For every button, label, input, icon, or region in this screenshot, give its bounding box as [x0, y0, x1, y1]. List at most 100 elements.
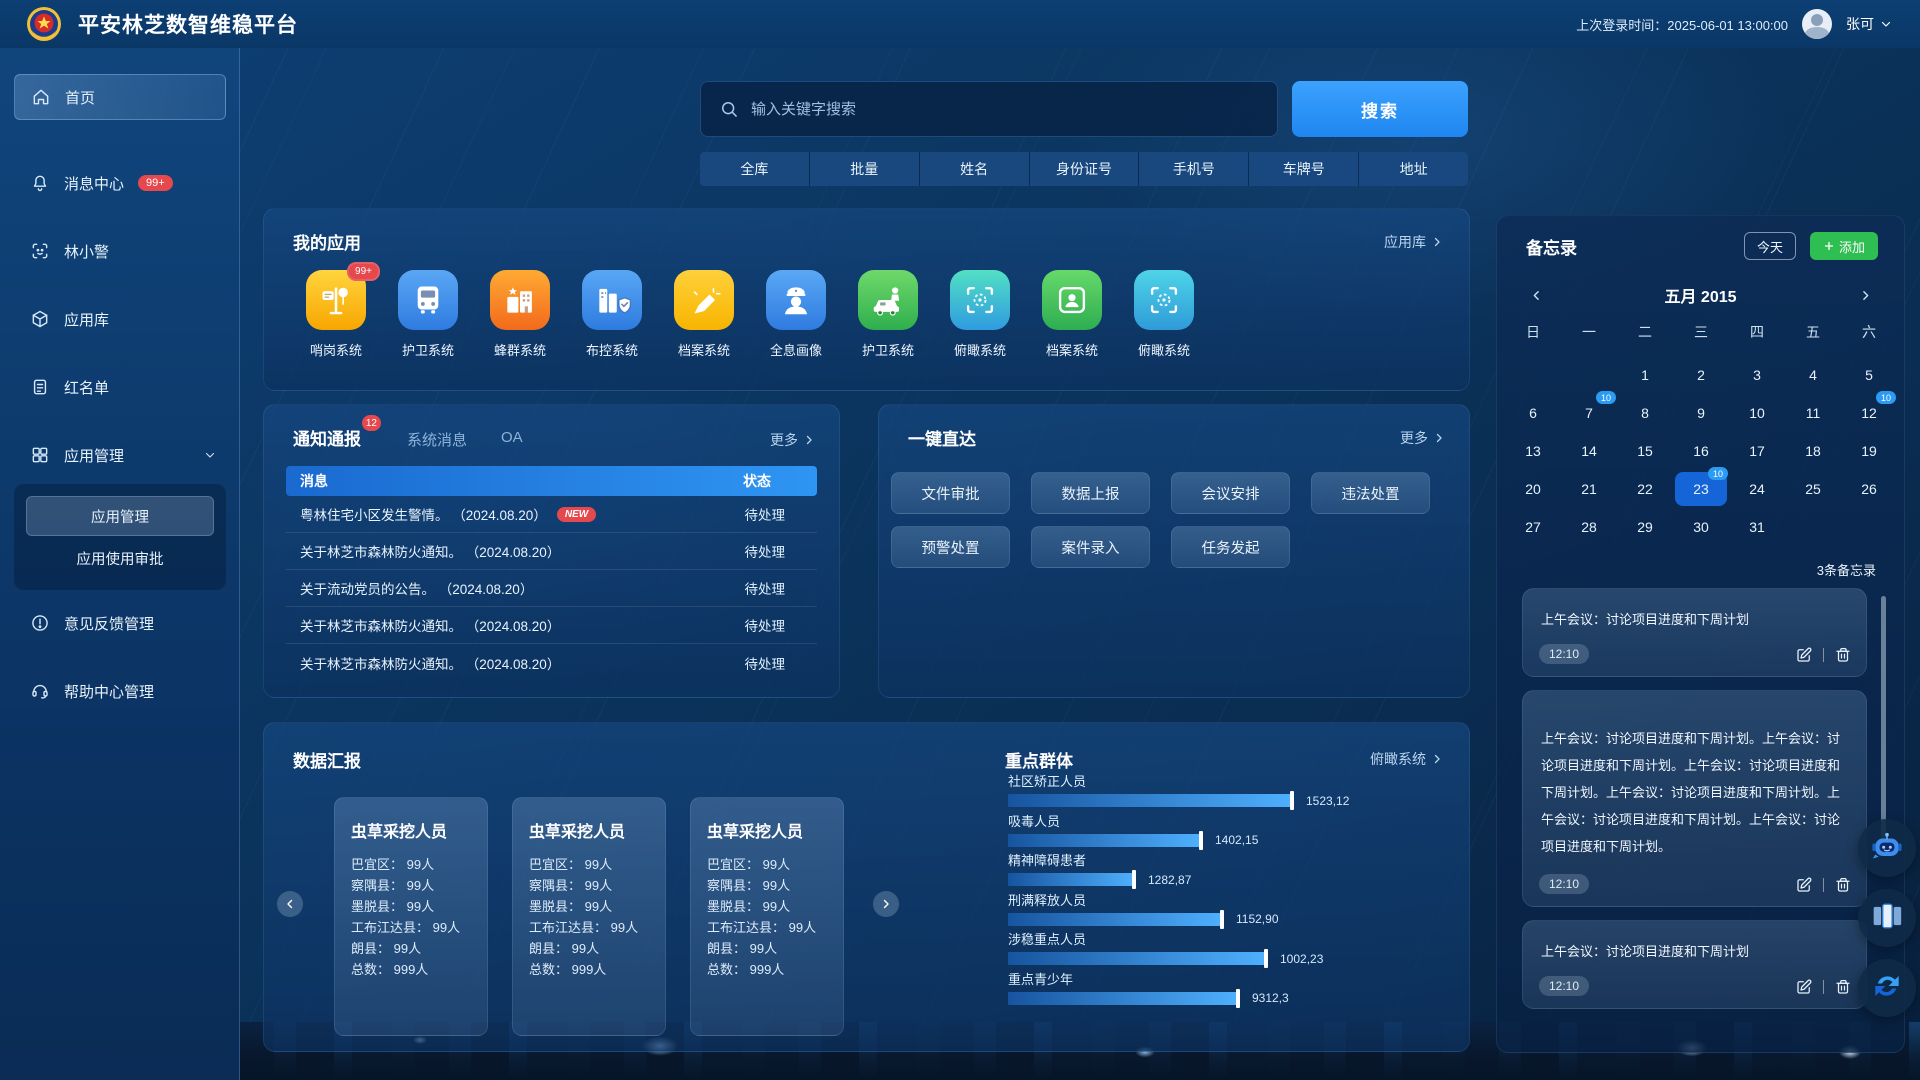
floating-button-reader-panels-icon[interactable]: [1858, 889, 1916, 947]
app-library-link[interactable]: 应用库: [1384, 232, 1443, 252]
sidebar-item-1-首页[interactable]: 首页: [14, 74, 226, 120]
app-item-2-护卫系统[interactable]: 护卫系统: [382, 270, 474, 359]
calendar-day-13[interactable]: 13: [1505, 432, 1561, 470]
quick-access-button-任务发起[interactable]: 任务发起: [1171, 526, 1290, 568]
sidebar-item-6-应用管理[interactable]: 应用管理: [14, 432, 226, 478]
sidebar-subitem-应用管理[interactable]: 应用管理: [26, 496, 214, 536]
app-item-6-全息画像[interactable]: 全息画像: [750, 270, 842, 359]
floating-button-assistant-robot-icon[interactable]: [1858, 819, 1916, 877]
filter-tab-批量[interactable]: 批量: [810, 152, 919, 186]
quick-access-button-文件审批[interactable]: 文件审批: [891, 472, 1010, 514]
sidebar-item-8-帮助中心管理[interactable]: 帮助中心管理: [14, 668, 226, 714]
notices-tab-OA[interactable]: OA: [501, 429, 523, 450]
calendar-day-18[interactable]: 18: [1785, 432, 1841, 470]
notice-row-4[interactable]: 关于林芝市森林防火通知。 （2024.08.20）待处理: [286, 607, 817, 644]
memo-scrollbar[interactable]: [1881, 596, 1886, 846]
quick-access-button-会议安排[interactable]: 会议安排: [1171, 472, 1290, 514]
calendar-day-14[interactable]: 14: [1561, 432, 1617, 470]
filter-tab-身份证号[interactable]: 身份证号: [1030, 152, 1139, 186]
calendar-day-28[interactable]: 28: [1561, 508, 1617, 546]
add-memo-button[interactable]: 添加: [1810, 232, 1878, 260]
bar[interactable]: [1008, 794, 1294, 807]
notice-row-5[interactable]: 关于林芝市森林防火通知。 （2024.08.20）待处理: [286, 644, 817, 681]
user-menu[interactable]: 张可: [1846, 14, 1892, 34]
search-button[interactable]: 搜索: [1292, 81, 1468, 137]
notice-row-1[interactable]: 粤林住宅小区发生警情。 （2024.08.20）NEW待处理: [286, 496, 817, 533]
data-report-card-1[interactable]: 虫草采挖人员巴宜区： 99人察隅县： 99人墨脱县： 99人工布江达县： 99人…: [334, 797, 488, 1036]
calendar-prev-month-button[interactable]: [1523, 282, 1549, 308]
trash-icon[interactable]: [1834, 978, 1852, 996]
sidebar-item-7-意见反馈管理[interactable]: 意见反馈管理: [14, 600, 226, 646]
key-groups-more-link[interactable]: 俯瞰系统: [1370, 749, 1443, 769]
sidebar-subitem-应用使用审批[interactable]: 应用使用审批: [26, 538, 214, 578]
app-item-3-蜂群系统[interactable]: 蜂群系统: [474, 270, 566, 359]
data-report-card-3[interactable]: 虫草采挖人员巴宜区： 99人察隅县： 99人墨脱县： 99人工布江达县： 99人…: [690, 797, 844, 1036]
app-item-10-俯瞰系统[interactable]: 俯瞰系统: [1118, 270, 1210, 359]
calendar-day-23[interactable]: 2310: [1673, 470, 1729, 508]
edit-icon[interactable]: [1795, 646, 1813, 664]
quick-access-button-数据上报[interactable]: 数据上报: [1031, 472, 1150, 514]
app-item-7-护卫系统[interactable]: 护卫系统: [842, 270, 934, 359]
calendar-day-2[interactable]: 2: [1673, 356, 1729, 394]
memo-card-1[interactable]: 上午会议：讨论项目进度和下周计划12:10: [1522, 588, 1867, 677]
edit-icon[interactable]: [1795, 978, 1813, 996]
calendar-day-19[interactable]: 19: [1841, 432, 1897, 470]
calendar-day-21[interactable]: 21: [1561, 470, 1617, 508]
calendar-day-25[interactable]: 25: [1785, 470, 1841, 508]
calendar-day-11[interactable]: 11: [1785, 394, 1841, 432]
quick-access-more-link[interactable]: 更多: [1400, 428, 1445, 448]
sidebar-item-4-应用库[interactable]: 应用库: [14, 296, 226, 342]
quick-access-button-案件录入[interactable]: 案件录入: [1031, 526, 1150, 568]
trash-icon[interactable]: [1834, 646, 1852, 664]
edit-icon[interactable]: [1795, 876, 1813, 894]
calendar-day-16[interactable]: 16: [1673, 432, 1729, 470]
calendar-day-5[interactable]: 5: [1841, 356, 1897, 394]
carousel-next-button[interactable]: [873, 891, 899, 917]
filter-tab-车牌号[interactable]: 车牌号: [1249, 152, 1358, 186]
calendar-day-3[interactable]: 3: [1729, 356, 1785, 394]
calendar-day-15[interactable]: 15: [1617, 432, 1673, 470]
calendar-day-7[interactable]: 710: [1561, 394, 1617, 432]
memo-card-2[interactable]: 上午会议：讨论项目进度和下周计划。上午会议：讨论项目进度和下周计划。上午会议：讨…: [1522, 690, 1867, 907]
memo-card-3[interactable]: 上午会议：讨论项目进度和下周计划12:10: [1522, 920, 1867, 1009]
app-item-9-档案系统[interactable]: 档案系统: [1026, 270, 1118, 359]
sidebar-item-2-消息中心[interactable]: 消息中心99+: [14, 160, 226, 206]
notice-row-2[interactable]: 关于林芝市森林防火通知。 （2024.08.20）待处理: [286, 533, 817, 570]
quick-access-button-预警处置[interactable]: 预警处置: [891, 526, 1010, 568]
app-item-5-档案系统[interactable]: 档案系统: [658, 270, 750, 359]
app-item-4-布控系统[interactable]: 布控系统: [566, 270, 658, 359]
filter-tab-手机号[interactable]: 手机号: [1139, 152, 1248, 186]
calendar-day-31[interactable]: 31: [1729, 508, 1785, 546]
quick-access-button-违法处置[interactable]: 违法处置: [1311, 472, 1430, 514]
calendar-day-30[interactable]: 30: [1673, 508, 1729, 546]
bar[interactable]: [1008, 992, 1240, 1005]
filter-tab-地址[interactable]: 地址: [1359, 152, 1468, 186]
bar[interactable]: [1008, 873, 1136, 886]
notice-row-3[interactable]: 关于流动党员的公告。 （2024.08.20）待处理: [286, 570, 817, 607]
calendar-day-12[interactable]: 1210: [1841, 394, 1897, 432]
today-button[interactable]: 今天: [1744, 232, 1796, 260]
avatar[interactable]: [1802, 9, 1832, 39]
calendar-day-24[interactable]: 24: [1729, 470, 1785, 508]
app-item-1-哨岗系统[interactable]: 99+哨岗系统: [290, 270, 382, 359]
data-report-card-2[interactable]: 虫草采挖人员巴宜区： 99人察隅县： 99人墨脱县： 99人工布江达县： 99人…: [512, 797, 666, 1036]
sidebar-item-5-红名单[interactable]: 红名单: [14, 364, 226, 410]
trash-icon[interactable]: [1834, 876, 1852, 894]
calendar-day-6[interactable]: 6: [1505, 394, 1561, 432]
notices-tab-系统消息[interactable]: 系统消息: [407, 429, 467, 450]
bar[interactable]: [1008, 952, 1268, 965]
floating-button-sync-arrows-icon[interactable]: [1858, 959, 1916, 1017]
bar[interactable]: [1008, 913, 1224, 926]
calendar-day-17[interactable]: 17: [1729, 432, 1785, 470]
calendar-day-4[interactable]: 4: [1785, 356, 1841, 394]
carousel-prev-button[interactable]: [277, 891, 303, 917]
calendar-next-month-button[interactable]: [1852, 282, 1878, 308]
calendar-day-20[interactable]: 20: [1505, 470, 1561, 508]
calendar-day-26[interactable]: 26: [1841, 470, 1897, 508]
sidebar-item-3-林小警[interactable]: 林小警: [14, 228, 226, 274]
calendar-day-10[interactable]: 10: [1729, 394, 1785, 432]
notices-more-link[interactable]: 更多: [770, 430, 815, 450]
app-item-8-俯瞰系统[interactable]: 俯瞰系统: [934, 270, 1026, 359]
search-input[interactable]: [751, 101, 1259, 118]
filter-tab-姓名[interactable]: 姓名: [920, 152, 1029, 186]
